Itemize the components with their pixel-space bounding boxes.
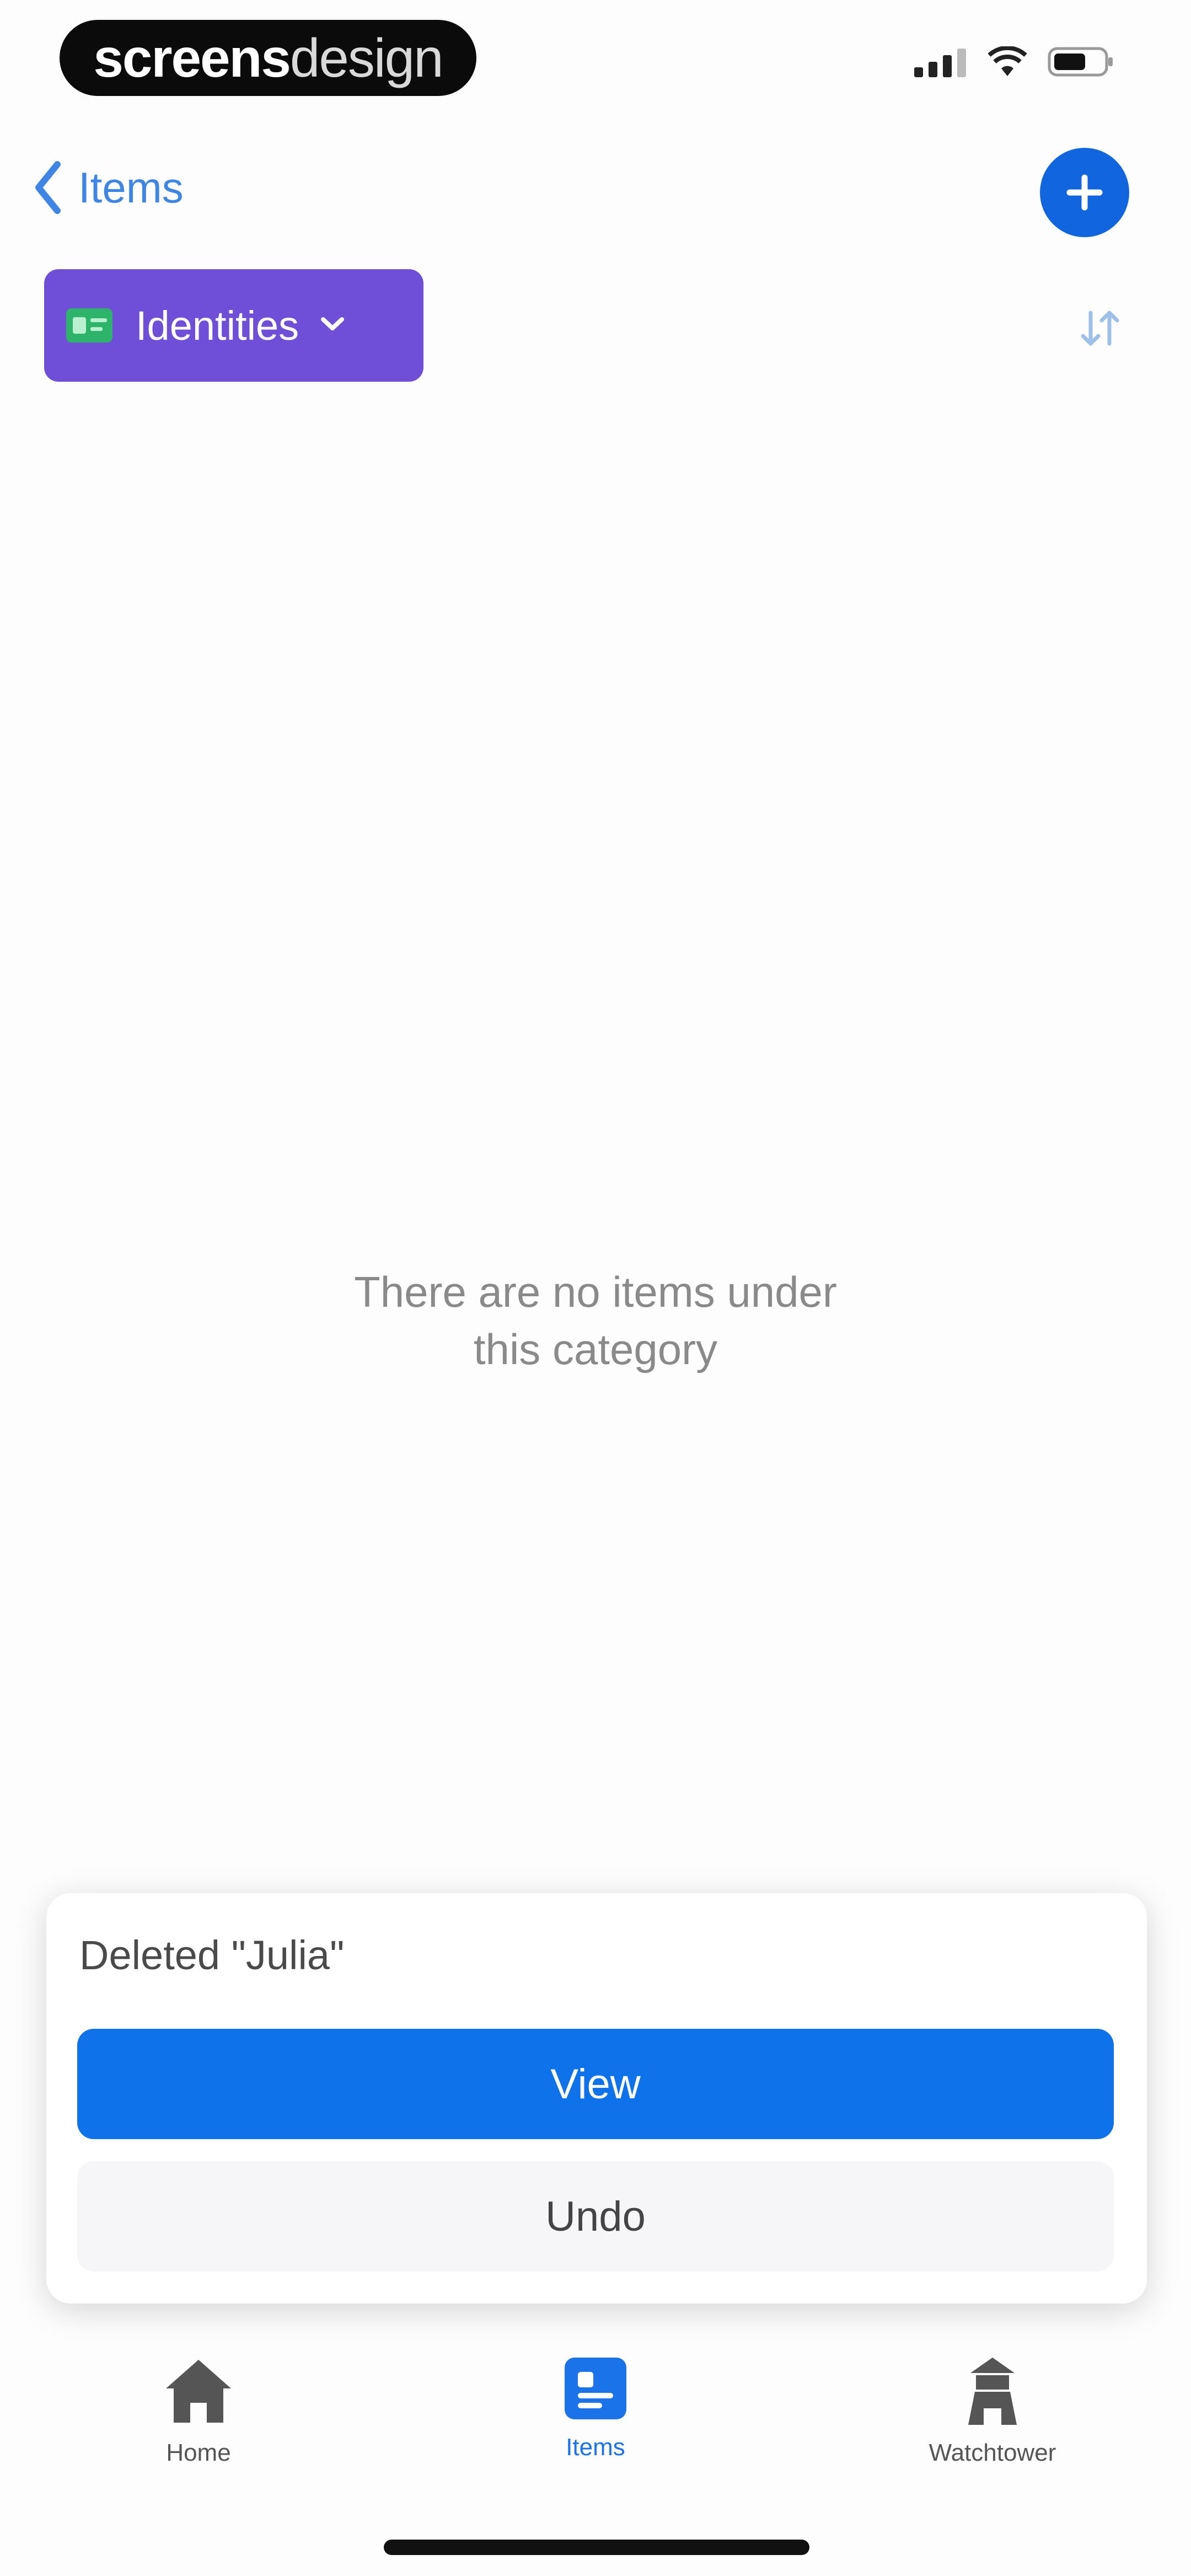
status-icons bbox=[914, 46, 1114, 77]
view-button[interactable]: View bbox=[77, 2029, 1114, 2139]
sort-button[interactable] bbox=[1075, 306, 1125, 353]
category-label: Identities bbox=[136, 302, 299, 349]
add-item-button[interactable] bbox=[1040, 148, 1129, 237]
sort-icon bbox=[1081, 311, 1119, 346]
chevron-down-icon bbox=[319, 316, 346, 335]
logo-text-light: design bbox=[289, 27, 444, 88]
tab-watchtower[interactable]: Watchtower bbox=[877, 2355, 1108, 2467]
undo-button[interactable]: Undo bbox=[77, 2161, 1114, 2272]
wifi-icon bbox=[988, 46, 1027, 76]
chevron-left-icon bbox=[35, 161, 61, 214]
tab-home-label: Home bbox=[166, 2439, 231, 2466]
signal-icon bbox=[914, 49, 966, 77]
plus-icon bbox=[1066, 174, 1103, 211]
screensdesign-logo: screens design bbox=[60, 20, 476, 96]
items-icon bbox=[565, 2358, 626, 2419]
back-label: Items bbox=[78, 163, 184, 212]
logo-text-bold: screens bbox=[93, 27, 291, 88]
tab-home[interactable]: Home bbox=[83, 2355, 314, 2467]
category-dropdown[interactable]: Identities bbox=[44, 269, 423, 382]
tab-items-label: Items bbox=[566, 2434, 625, 2461]
home-icon bbox=[166, 2360, 231, 2423]
deleted-toast: Deleted "Julia" View Undo bbox=[46, 1893, 1147, 2304]
empty-state-line-1: There are no items under bbox=[354, 1268, 837, 1316]
home-indicator bbox=[384, 2540, 809, 2555]
back-button[interactable]: Items bbox=[32, 160, 184, 215]
watchtower-icon bbox=[968, 2358, 1017, 2425]
tab-watchtower-label: Watchtower bbox=[929, 2439, 1056, 2466]
empty-state-message: There are no items under this category bbox=[0, 1263, 1191, 1378]
empty-state-line-2: this category bbox=[473, 1325, 718, 1373]
id-card-icon bbox=[66, 308, 112, 343]
tab-items[interactable]: Items bbox=[480, 2355, 711, 2461]
toast-message: Deleted "Julia" bbox=[79, 1932, 345, 1978]
battery-icon bbox=[1048, 47, 1113, 77]
